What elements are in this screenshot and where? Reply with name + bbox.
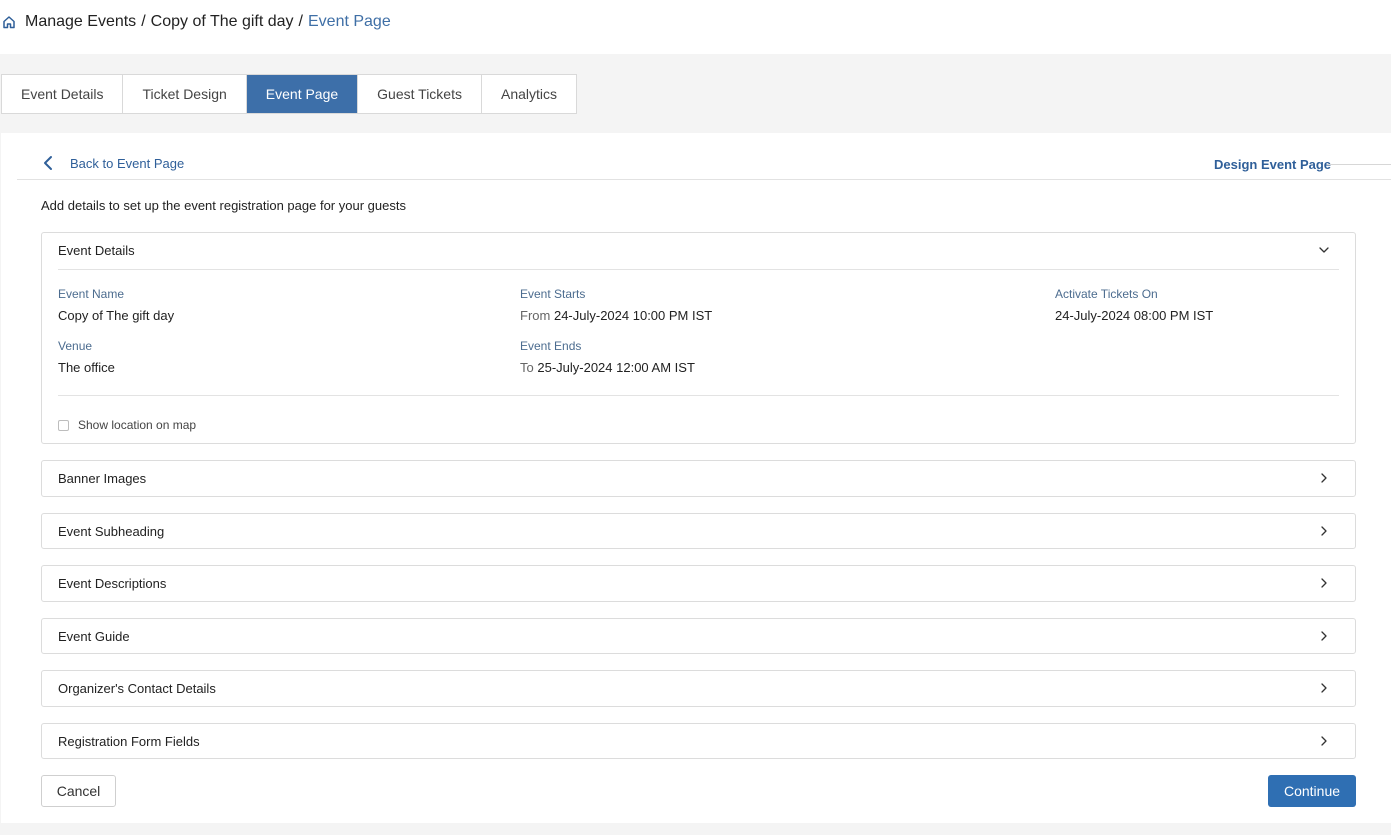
starts-prefix: From [520, 308, 551, 323]
continue-button[interactable]: Continue [1268, 775, 1356, 807]
activate-tickets-value: 24-July-2024 08:00 PM IST [1055, 308, 1214, 323]
section-registration-form-fields: Registration Form Fields [41, 723, 1356, 759]
cancel-button[interactable]: Cancel [41, 775, 116, 807]
section-header-event-descriptions[interactable]: Event Descriptions [42, 566, 1355, 601]
section-event-subheading: Event Subheading [41, 513, 1356, 549]
section-header-event-guide[interactable]: Event Guide [42, 619, 1355, 654]
breadcrumb-separator: / [298, 13, 303, 30]
section-organizer-contact: Organizer's Contact Details [41, 670, 1356, 707]
field-activate-tickets: Activate Tickets On 24-July-2024 08:00 P… [1055, 287, 1213, 323]
event-details-body: Event Name Copy of The gift day Venue Th… [58, 269, 1339, 432]
chevron-right-icon [1318, 525, 1330, 537]
event-starts-label: Event Starts [520, 287, 586, 301]
section-header-banner-images[interactable]: Banner Images [42, 461, 1355, 496]
sub-header: Back to Event Page Design Event Page [17, 133, 1391, 180]
chevron-right-icon [1318, 682, 1330, 694]
chevron-right-icon [1318, 630, 1330, 642]
section-banner-images: Banner Images [41, 460, 1356, 497]
chevron-down-icon [1318, 244, 1330, 256]
venue-label: Venue [58, 339, 93, 353]
starts-datetime: 24-July-2024 10:00 PM IST [553, 308, 713, 323]
home-icon[interactable] [0, 13, 18, 31]
ends-datetime: 25-July-2024 12:00 AM IST [537, 360, 695, 375]
event-ends-value: To 25-July-2024 12:00 AM IST [520, 360, 695, 375]
section-event-guide: Event Guide [41, 618, 1356, 654]
field-event-ends: Event Ends To 25-July-2024 12:00 AM IST [520, 339, 695, 375]
tab-analytics[interactable]: Analytics [481, 75, 577, 113]
breadcrumb-separator: / [141, 13, 146, 30]
breadcrumb-current: Event Page [308, 13, 391, 30]
tab-bar: Event Details Ticket Design Event Page G… [1, 74, 578, 114]
section-header-event-subheading[interactable]: Event Subheading [42, 514, 1355, 549]
chevron-right-icon [1318, 577, 1330, 589]
show-location-row: Show location on map [58, 418, 196, 432]
section-title: Registration Form Fields [58, 734, 200, 749]
venue-value: The office [58, 360, 115, 375]
activate-tickets-label: Activate Tickets On [1055, 287, 1158, 301]
section-title: Event Subheading [58, 524, 165, 539]
tab-event-details[interactable]: Event Details [2, 75, 124, 113]
field-venue: Venue The office [58, 339, 115, 375]
design-event-page-title: Design Event Page [1214, 157, 1332, 172]
breadcrumb-event-name[interactable]: Copy of The gift day [151, 13, 294, 31]
field-event-starts: Event Starts From 24-July-2024 10:00 PM … [520, 287, 712, 323]
main-panel: Back to Event Page Design Event Page Add… [1, 133, 1391, 823]
show-location-checkbox[interactable] [58, 419, 69, 431]
event-name-label: Event Name [58, 287, 125, 301]
title-divider [1327, 164, 1391, 165]
event-name-value: Copy of The gift day [58, 308, 175, 323]
details-divider [58, 395, 1339, 396]
section-title: Banner Images [58, 471, 147, 486]
back-to-event-page-link[interactable]: Back to Event Page [41, 155, 184, 171]
breadcrumb: Manage Events / Copy of The gift day / E… [0, 11, 391, 33]
breadcrumb-manage-events[interactable]: Manage Events [25, 13, 136, 31]
section-header-organizer-contact[interactable]: Organizer's Contact Details [42, 671, 1355, 706]
section-title: Event Descriptions [58, 576, 167, 591]
section-event-descriptions: Event Descriptions [41, 565, 1356, 602]
section-header-registration-form-fields[interactable]: Registration Form Fields [42, 724, 1355, 759]
section-title: Event Guide [58, 629, 130, 644]
tab-event-page[interactable]: Event Page [246, 75, 359, 113]
event-ends-label: Event Ends [520, 339, 582, 353]
show-location-label[interactable]: Show location on map [78, 418, 196, 432]
section-event-details: Event Details Event Name Copy of The gif… [41, 232, 1356, 444]
section-title: Organizer's Contact Details [58, 681, 216, 696]
section-header-event-details[interactable]: Event Details [42, 233, 1355, 268]
chevron-left-icon [41, 155, 55, 171]
top-bar: Manage Events / Copy of The gift day / E… [0, 0, 1391, 54]
section-title: Event Details [58, 243, 135, 258]
chevron-right-icon [1318, 472, 1330, 484]
intro-text: Add details to set up the event registra… [41, 198, 406, 213]
chevron-right-icon [1318, 735, 1330, 747]
back-link-label: Back to Event Page [70, 155, 185, 171]
tab-ticket-design[interactable]: Ticket Design [123, 75, 247, 113]
tab-guest-tickets[interactable]: Guest Tickets [358, 75, 482, 113]
event-starts-value: From 24-July-2024 10:00 PM IST [520, 308, 712, 323]
ends-prefix: To [520, 360, 534, 375]
field-event-name: Event Name Copy of The gift day [58, 287, 174, 323]
